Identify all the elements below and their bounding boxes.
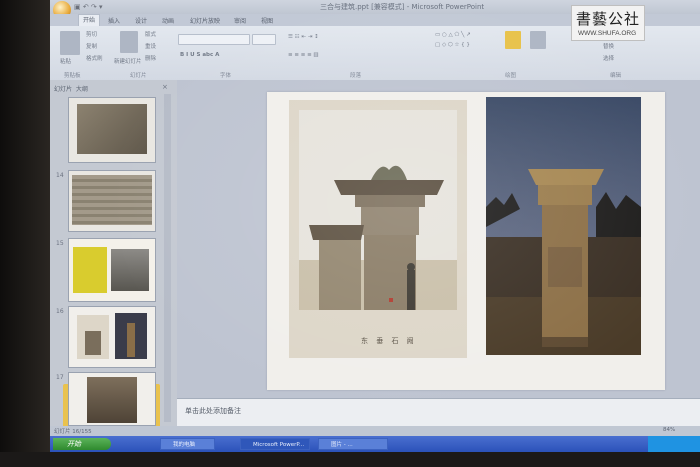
zoom-level[interactable]: 84% bbox=[663, 427, 675, 433]
reset-button[interactable]: 重设 bbox=[145, 42, 156, 50]
taskbar-item[interactable]: 我的电脑 bbox=[160, 438, 215, 450]
cut-button[interactable]: 剪切 bbox=[86, 30, 97, 38]
notes-pane[interactable]: 单击此处添加备注 bbox=[177, 398, 700, 427]
slide-thumbnail[interactable] bbox=[68, 372, 156, 426]
photo-thumb-image bbox=[87, 377, 137, 423]
tower-photo-image bbox=[111, 249, 149, 291]
font-size-select[interactable] bbox=[252, 34, 276, 45]
panel-scrollbar[interactable] bbox=[164, 94, 171, 422]
projection-screen-edge bbox=[0, 0, 50, 467]
que-tower-thumb-image bbox=[77, 315, 109, 359]
paragraph-list-buttons[interactable]: ☰ ☷ ⇤ ⇥ ↕ bbox=[288, 34, 319, 40]
new-slide-icon[interactable] bbox=[120, 31, 138, 53]
column-thumb-image bbox=[115, 313, 147, 359]
slide-number: 17 bbox=[56, 374, 64, 381]
watermark-text-cn: 書藝公社 bbox=[576, 10, 641, 28]
quick-styles-icon[interactable] bbox=[530, 31, 546, 49]
start-button[interactable]: 开始 bbox=[53, 438, 111, 450]
slides-panel: 幻灯片 大纲 × 14 15 16 17 bbox=[50, 80, 177, 448]
close-icon[interactable]: × bbox=[162, 83, 168, 91]
group-label-editing: 编辑 bbox=[610, 73, 622, 79]
slide-canvas-area: 东 垂 石 阙 bbox=[177, 80, 700, 398]
slide-thumbnail[interactable] bbox=[68, 238, 156, 302]
status-bar: 幻灯片 16/155 84% bbox=[50, 426, 700, 436]
slide-count-status: 幻灯片 16/155 bbox=[54, 429, 92, 435]
arrange-icon[interactable] bbox=[505, 31, 521, 49]
group-label-font: 字体 bbox=[220, 73, 232, 79]
photo-caption: 东 垂 石 阙 bbox=[361, 337, 417, 345]
stone-column-photo-icon[interactable] bbox=[486, 97, 641, 355]
tab-animations[interactable]: 动画 bbox=[162, 16, 174, 25]
replace-button[interactable]: 替换 bbox=[603, 42, 614, 50]
delete-button[interactable]: 删除 bbox=[145, 54, 156, 62]
shapes-gallery-row2[interactable]: ▢ ◇ ⬡ ☆ { } bbox=[435, 42, 470, 48]
slide-thumbnail[interactable] bbox=[68, 170, 156, 232]
group-label-drawing: 绘图 bbox=[505, 73, 517, 79]
window-title: 三合与建筑.ppt [兼容模式] - Microsoft PowerPoint bbox=[320, 3, 485, 11]
stone-relief-image bbox=[72, 175, 152, 225]
shufa-watermark-logo: 書藝公社 WWW.SHUFA.ORG bbox=[571, 5, 645, 41]
copy-button[interactable]: 复制 bbox=[86, 42, 97, 50]
text-block-image bbox=[73, 247, 107, 293]
panel-tabs: 幻灯片 大纲 bbox=[54, 84, 88, 93]
stone-rubbing-image bbox=[77, 104, 147, 154]
tab-insert[interactable]: 插入 bbox=[108, 16, 120, 25]
group-label-clipboard: 剪贴板 bbox=[64, 73, 81, 79]
taskbar-item-powerpoint[interactable]: Microsoft PowerP... bbox=[240, 438, 310, 450]
font-name-select[interactable] bbox=[178, 34, 250, 45]
que-tower-drawing bbox=[299, 110, 457, 310]
slide-thumbnail[interactable] bbox=[68, 97, 156, 163]
new-slide-label: 新建幻灯片 bbox=[114, 59, 142, 65]
paste-label: 粘贴 bbox=[60, 59, 72, 65]
notes-placeholder: 单击此处添加备注 bbox=[185, 407, 241, 415]
font-format-buttons[interactable]: B I U S abc A bbox=[180, 52, 219, 58]
taskbar: 开始 我的电脑 Microsoft PowerP... 图片 - ... bbox=[50, 436, 700, 452]
taskbar-item[interactable]: 图片 - ... bbox=[318, 438, 388, 450]
tab-slideshow[interactable]: 幻灯片放映 bbox=[190, 16, 220, 25]
tab-slides[interactable]: 幻灯片 bbox=[54, 86, 72, 93]
tab-review[interactable]: 审阅 bbox=[234, 16, 246, 25]
group-label-slides: 幻灯片 bbox=[130, 73, 147, 79]
powerpoint-window: ▣ ↶ ↷ ▾ 三合与建筑.ppt [兼容模式] - Microsoft Pow… bbox=[50, 0, 700, 452]
paragraph-align-buttons[interactable]: ≡ ≡ ≡ ≡ ▥ bbox=[288, 52, 319, 58]
tab-home[interactable]: 开始 bbox=[78, 14, 101, 26]
stone-que-tower-photo-icon[interactable]: 东 垂 石 阙 bbox=[289, 100, 467, 358]
layout-button[interactable]: 版式 bbox=[145, 30, 156, 38]
current-slide[interactable]: 东 垂 石 阙 bbox=[267, 92, 665, 390]
tab-view[interactable]: 视图 bbox=[261, 16, 273, 25]
slide-number: 16 bbox=[56, 308, 64, 315]
quick-access-toolbar[interactable]: ▣ ↶ ↷ ▾ bbox=[74, 3, 103, 11]
watermark-url: WWW.SHUFA.ORG bbox=[578, 30, 637, 37]
select-button[interactable]: 选择 bbox=[603, 54, 614, 62]
tab-design[interactable]: 设计 bbox=[135, 16, 147, 25]
shapes-gallery[interactable]: ▭ ○ △ ⬠ ╲ ↗ bbox=[435, 32, 471, 38]
slide-number: 14 bbox=[56, 172, 64, 179]
column-drawing bbox=[486, 97, 641, 355]
system-tray[interactable] bbox=[648, 436, 700, 452]
paste-icon[interactable] bbox=[60, 31, 80, 55]
slide-number: 15 bbox=[56, 240, 64, 247]
tab-outline[interactable]: 大纲 bbox=[76, 86, 88, 93]
screen-bottom-edge bbox=[0, 452, 700, 467]
format-painter-button[interactable]: 格式刷 bbox=[86, 54, 103, 62]
group-label-paragraph: 段落 bbox=[350, 73, 362, 79]
slide-thumbnail-selected[interactable] bbox=[68, 306, 156, 368]
